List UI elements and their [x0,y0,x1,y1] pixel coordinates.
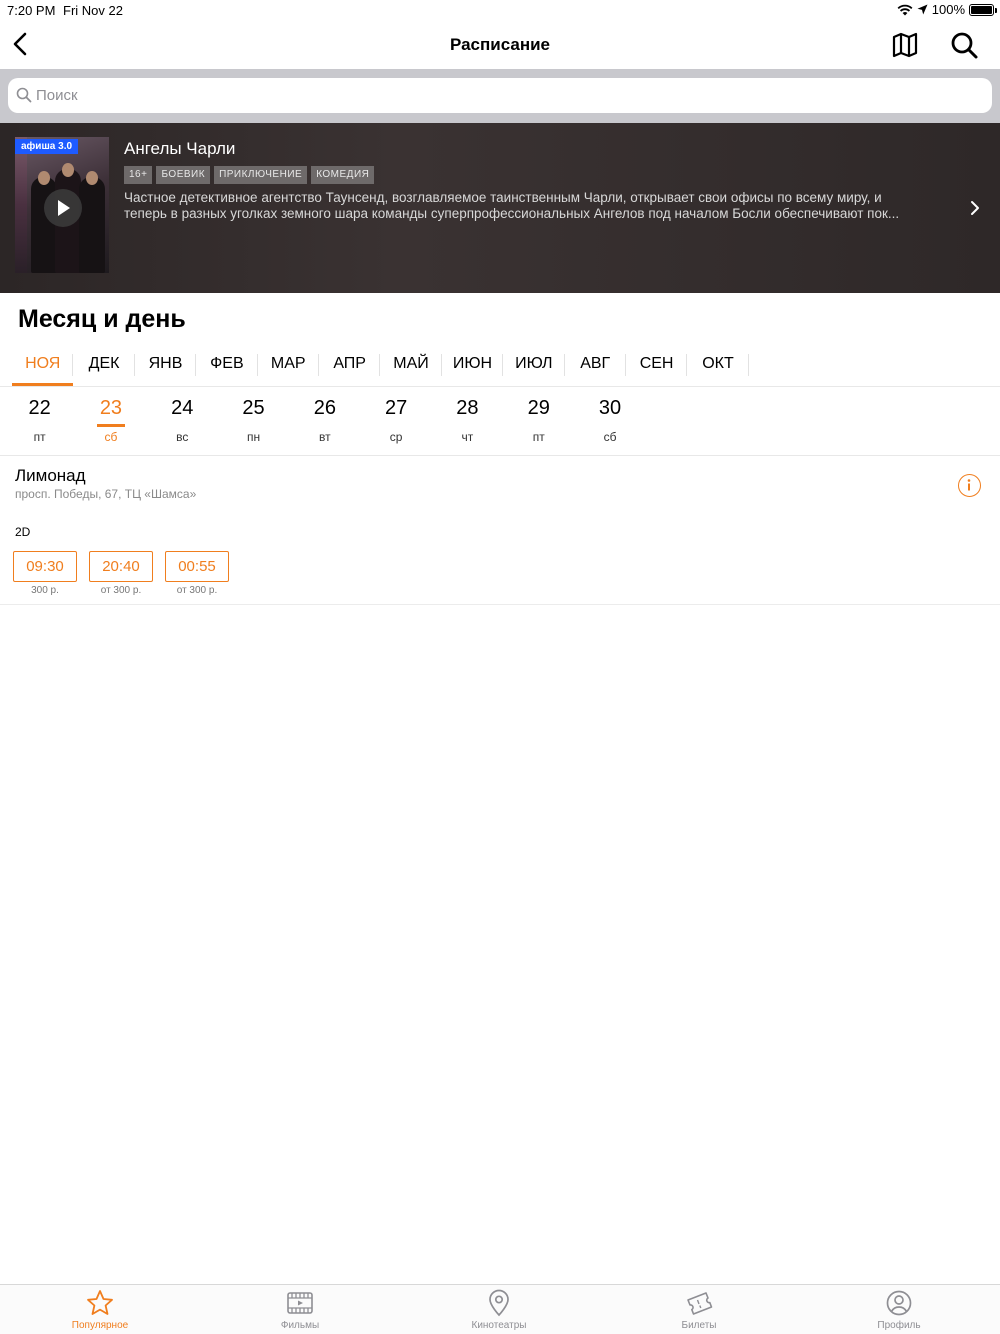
tab-profile[interactable]: Профиль [839,1285,959,1334]
tab-label: Кинотеатры [471,1320,527,1331]
wifi-icon [897,4,913,15]
map-icon [892,32,918,58]
search-icon [951,32,978,59]
month-tab-mar[interactable]: МАР [258,344,320,386]
movie-description: Частное детективное агентство Таунсенд, … [124,190,949,222]
tab-films[interactable]: Фильмы [240,1285,360,1334]
map-button[interactable] [890,30,920,60]
day-item[interactable]: 25 пн [218,387,289,455]
month-tab-jun[interactable]: ИЮН [442,344,504,386]
cinema-name[interactable]: Лимонад [15,466,86,486]
day-item[interactable]: 28 чт [432,387,503,455]
status-date: Fri Nov 22 [63,3,123,18]
page-title: Расписание [449,35,551,54]
play-icon [58,200,70,216]
tab-label: Фильмы [280,1320,320,1331]
month-tab-feb[interactable]: ФЕВ [196,344,258,386]
month-tab-dec[interactable]: ДЕК [73,344,136,386]
movie-tags: 16+ БОЕВИК ПРИКЛЮЧЕНИЕ КОМЕДИЯ [124,166,375,184]
session-time-button[interactable]: 20:40 [89,551,153,582]
star-icon [87,1290,113,1315]
movie-poster: афиша 3.0 [15,137,109,273]
play-trailer-button[interactable] [44,189,82,227]
session-price: от 300 р. [100,585,142,596]
profile-icon [886,1290,912,1316]
session-item: 09:30 300 р. [13,551,77,596]
session-price: 300 р. [31,585,59,596]
movie-title: Ангелы Чарли [124,139,236,158]
movie-description-line: теперь в разных уголках земного шара ком… [124,206,900,221]
chevron-right-icon [971,201,979,215]
search-button[interactable] [948,29,980,61]
month-tab-aug[interactable]: АВГ [565,344,627,386]
day-picker: 22 пт 23 сб 24 вс 25 пн 26 вт 27 ср 28 чт 29 пт … [4,387,646,455]
format-label: 2D [15,525,31,539]
info-icon [967,479,971,491]
search-field[interactable] [8,78,992,113]
tab-tickets[interactable]: Билеты [639,1285,759,1334]
day-item[interactable]: 22 пт [4,387,75,455]
tab-bar: Популярное Фильмы Кинотеатры Билеты Проф… [0,1284,1000,1334]
genre-tag: БОЕВИК [156,166,211,184]
divider [0,604,1000,605]
session-list: 09:30 300 р. 20:40 от 300 р. 00:55 от 30… [13,551,229,596]
tickets-icon [687,1292,713,1315]
status-bar: 7:20 PM Fri Nov 22 100% [0,0,1000,20]
tab-cinemas[interactable]: Кинотеатры [439,1285,559,1334]
session-time-button[interactable]: 09:30 [13,551,77,582]
search-bar-container [0,69,1000,123]
battery-percent: 100% [931,2,965,17]
genre-tag: КОМЕДИЯ [311,166,375,184]
film-icon [287,1292,313,1314]
tab-label: Профиль [877,1320,921,1331]
cinema-info-button[interactable] [958,474,981,497]
tab-label: Билеты [681,1320,717,1331]
navigation-bar: Расписание [0,20,1000,69]
day-item[interactable]: 26 вт [289,387,360,455]
location-arrow-icon [917,4,928,15]
search-field-icon [16,87,32,103]
status-time: 7:20 PM [7,3,56,18]
divider [0,455,1000,456]
movie-banner[interactable]: афиша 3.0 Ангелы Чарли 16+ БОЕВИК ПРИКЛЮ… [0,123,1000,293]
day-item[interactable]: 30 сб [574,387,645,455]
month-tab-may[interactable]: МАЙ [380,344,443,386]
session-time-button[interactable]: 00:55 [165,551,229,582]
session-item: 20:40 от 300 р. [89,551,153,596]
month-tab-jan[interactable]: ЯНВ [135,344,197,386]
session-item: 00:55 от 300 р. [165,551,229,596]
age-rating-tag: 16+ [124,166,153,184]
search-input[interactable] [36,78,976,113]
location-pin-icon [489,1289,509,1317]
genre-tag: ПРИКЛЮЧЕНИЕ [214,166,308,184]
poster-brand-label: афиша 3.0 [15,139,79,154]
movie-description-line: Частное детективное агентство Таунсенд, … [124,190,882,205]
month-tab-apr[interactable]: АПР [319,344,381,386]
section-title: Месяц и день [18,305,186,333]
tab-popular[interactable]: Популярное [40,1285,160,1334]
month-tab-jul[interactable]: ИЮЛ [503,344,565,386]
day-item[interactable]: 29 пт [503,387,574,455]
month-tabs: НОЯ ДЕК ЯНВ ФЕВ МАР АПР МАЙ ИЮН ИЮЛ АВГ … [12,344,750,386]
day-item[interactable]: 27 ср [360,387,431,455]
month-tab-nov[interactable]: НОЯ [12,344,74,386]
month-tab-oct[interactable]: ОКТ [687,344,750,386]
session-price: от 300 р. [176,585,218,596]
tab-label: Популярное [71,1320,129,1331]
month-tab-sep[interactable]: СЕН [626,344,688,386]
day-item-selected[interactable]: 23 сб [75,387,146,455]
battery-icon [969,3,997,16]
cinema-address: просп. Победы, 67, ТЦ «Шамса» [15,487,197,501]
status-indicators: 100% [897,2,997,17]
day-item[interactable]: 24 вс [147,387,218,455]
